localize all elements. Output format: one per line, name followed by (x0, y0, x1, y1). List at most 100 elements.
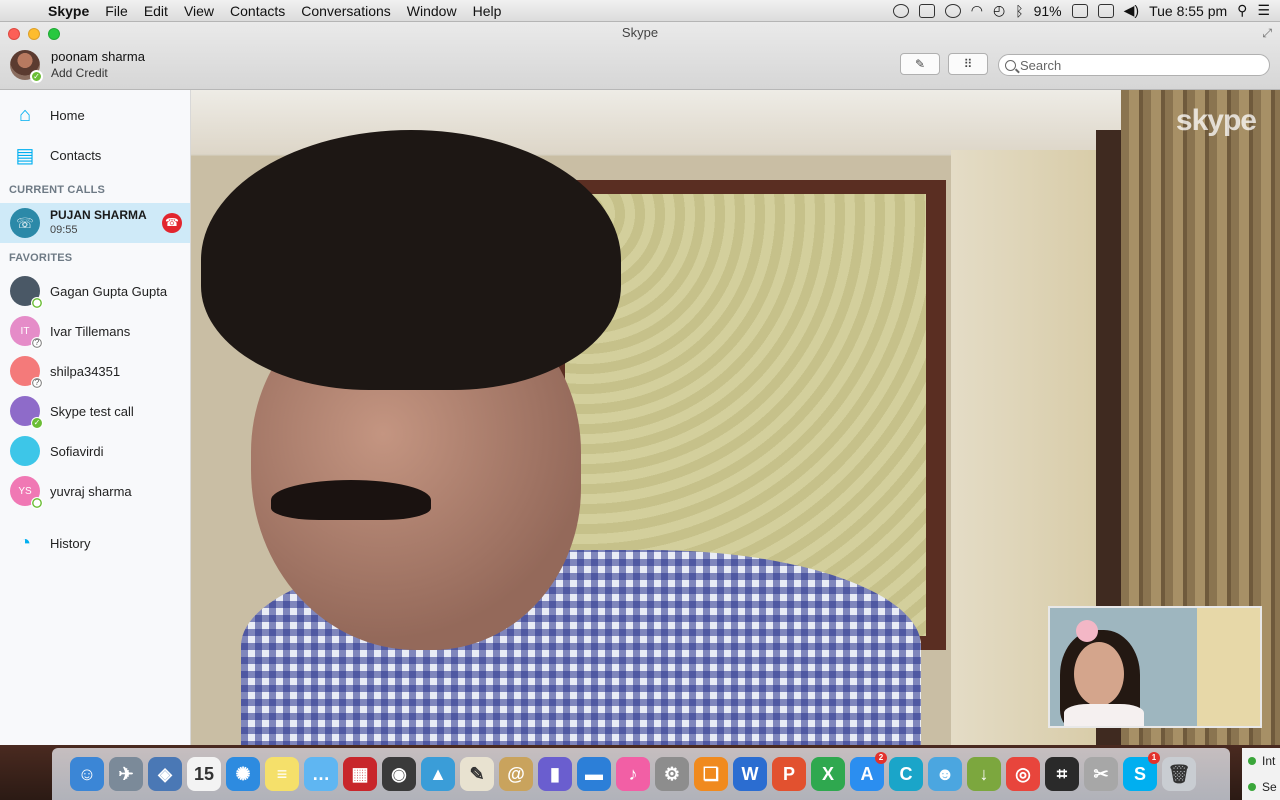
profile-name[interactable]: poonam sharma (51, 48, 145, 65)
favorite-contact-row[interactable]: ✓ Skype test call (0, 391, 190, 431)
dock-c-app-icon[interactable]: C (889, 757, 923, 791)
sidebar-item-contacts[interactable]: ▤ Contacts (0, 135, 190, 175)
avatar[interactable]: ✓ (10, 50, 43, 83)
window-title: Skype (621, 25, 659, 40)
volume-icon[interactable]: ◀) (1124, 2, 1139, 19)
favorite-contact-row[interactable]: IT? Ivar Tillemans (0, 311, 190, 351)
dock-frame-app-icon[interactable]: ⌗ (1045, 757, 1079, 791)
menu-contacts[interactable]: Contacts (222, 3, 293, 19)
sidebar-item-history[interactable]: ◔ History (0, 523, 190, 563)
spotlight-icon[interactable]: ⚲ (1237, 2, 1247, 19)
contact-name: Skype test call (50, 403, 134, 419)
battery-icon[interactable] (1071, 3, 1088, 18)
compose-button[interactable]: ✎ (900, 53, 940, 75)
dock-contacts-icon[interactable]: @ (499, 757, 533, 791)
notification-center-icon[interactable]: ☰ (1257, 2, 1270, 19)
menu-view[interactable]: View (176, 3, 222, 19)
dock-finder-icon[interactable]: ☺ (70, 757, 104, 791)
favorite-contact-row[interactable]: YS yuvraj sharma (0, 471, 190, 511)
dock-calendar-icon[interactable]: 15 (187, 757, 221, 791)
dock-system-preferences-icon[interactable]: ⚙ (655, 757, 689, 791)
dock-people-app-icon[interactable]: ☻ (928, 757, 962, 791)
vpn-icon[interactable] (944, 3, 961, 18)
status-dot-icon (1248, 757, 1256, 765)
dock-stickies-icon[interactable]: ≡ (265, 757, 299, 791)
contact-name: Ivar Tillemans (50, 323, 131, 339)
contact-name: yuvraj sharma (50, 483, 132, 499)
checkmark-icon[interactable] (892, 3, 909, 18)
dock-word-icon[interactable]: W (733, 757, 767, 791)
fullscreen-icon[interactable]: ⤢ (1262, 26, 1272, 41)
dock-utilities-icon[interactable]: ✂ (1084, 757, 1118, 791)
menu-help[interactable]: Help (465, 3, 510, 19)
offline-status-icon (31, 297, 43, 309)
notification-panel[interactable]: Int Se (1242, 748, 1280, 800)
lock-icon[interactable] (918, 3, 935, 18)
dock-iphoto-icon[interactable]: ▲ (421, 757, 455, 791)
dock-facetime-icon[interactable]: ◉ (382, 757, 416, 791)
battery-percent[interactable]: 91% (1034, 3, 1062, 19)
dock-badge: 1 (1148, 752, 1160, 764)
status-dot-icon (1248, 783, 1256, 791)
dock-skype-icon[interactable]: S1 (1123, 752, 1160, 791)
dock-ibooks-icon[interactable]: ❏ (694, 757, 728, 791)
video-feed[interactable]: skype (191, 90, 1280, 745)
menu-window[interactable]: Window (399, 3, 465, 19)
hang-up-button[interactable]: ☎ (162, 213, 182, 233)
dock-app-store-icon[interactable]: A2 (850, 752, 887, 791)
search-box[interactable] (998, 54, 1270, 76)
remote-participant (201, 130, 921, 745)
dock-messages-icon[interactable]: … (304, 757, 338, 791)
dock: ☺ ✈ ◈ 15 ✺ ≡… ▦ ◉ ▲ ✎ @ ▮ ▬ ♪ ⚙ ❏ W P X A 2 C ☻ ↓ ◎ ⌗ ✂ S 1 🗑 (52, 748, 1230, 800)
dock-trash-icon[interactable]: 🗑 (1162, 757, 1196, 791)
compose-icon: ✎ (914, 57, 926, 71)
sidebar-item-label: History (50, 535, 91, 551)
menu-app-name[interactable]: Skype (40, 3, 97, 19)
search-icon (1005, 59, 1016, 71)
dock-photo-booth-icon[interactable]: ▦ (343, 757, 377, 791)
favorite-contact-row[interactable]: Sofiavirdi (0, 431, 190, 471)
time-machine-icon[interactable]: ◴ (993, 2, 1005, 19)
skype-watermark: skype (1175, 104, 1257, 137)
dialpad-icon: ⠿ (963, 57, 973, 71)
current-calls-header: CURRENT CALLS (9, 184, 106, 196)
current-call-row[interactable]: ☏ PUJAN SHARMA 09:55 ☎ (0, 203, 190, 243)
dock-safari-icon[interactable]: ✺ (226, 757, 260, 791)
dock-preview-icon[interactable]: ◈ (148, 757, 182, 791)
dock-keynote-icon[interactable]: ▬ (577, 757, 611, 791)
search-input[interactable] (1020, 57, 1260, 73)
contact-avatar: IT? (10, 316, 43, 349)
contact-name: Sofiavirdi (50, 443, 104, 459)
dialpad-button[interactable]: ⠿ (948, 53, 988, 75)
contact-avatar: ? (10, 356, 43, 389)
sidebar-item-home[interactable]: ⌂ Home (0, 95, 190, 135)
skype-window: Skype ⤢ ✓ poonam sharma Add Credit ✎ ⠿ ⌂… (0, 22, 1280, 745)
sidebar-item-label: Contacts (50, 147, 102, 163)
favorite-contact-row[interactable]: Gagan Gupta Gupta (0, 271, 190, 311)
contact-avatar (10, 436, 40, 466)
menu-conversations[interactable]: Conversations (293, 3, 399, 19)
dock-excel-icon[interactable]: X (811, 757, 845, 791)
dock-textedit-icon[interactable]: ✎ (460, 757, 494, 791)
contact-avatar: YS (10, 476, 43, 509)
dock-downloader-icon[interactable]: ↓ (967, 757, 1001, 791)
home-icon: ⌂ (18, 103, 32, 126)
dock-itunes-icon[interactable]: ♪ (616, 757, 650, 791)
dock-powerpoint-icon[interactable]: P (772, 757, 806, 791)
dock-chrome-icon[interactable]: ◎ (1006, 757, 1040, 791)
contacts-book-icon: ▤ (15, 144, 35, 167)
clock[interactable]: Tue 8:55 pm (1149, 3, 1227, 19)
dock-keynote-stats-icon[interactable]: ▮ (538, 757, 572, 791)
add-credit-link[interactable]: Add Credit (51, 65, 145, 82)
bluetooth-icon[interactable]: ᛒ (1015, 3, 1023, 19)
contact-name: shilpa34351 (50, 363, 121, 379)
menu-edit[interactable]: Edit (136, 3, 176, 19)
self-view[interactable] (1048, 606, 1262, 728)
unknown-status-icon: ? (31, 377, 43, 389)
dock-launchpad-icon[interactable]: ✈ (109, 757, 143, 791)
wifi-icon[interactable]: ◠ (971, 2, 983, 19)
calendar-menu-icon[interactable] (1097, 3, 1114, 18)
profile-area[interactable]: ✓ poonam sharma Add Credit (10, 48, 145, 83)
favorite-contact-row[interactable]: ? shilpa34351 (0, 351, 190, 391)
menu-file[interactable]: File (97, 3, 136, 19)
